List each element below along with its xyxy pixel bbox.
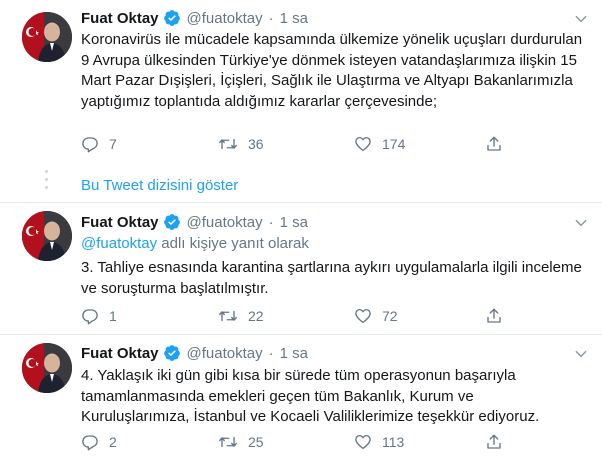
reply-count: 1 (109, 308, 117, 324)
reply-button[interactable]: 7 (81, 134, 117, 154)
avatar[interactable] (22, 343, 72, 393)
like-button[interactable]: 72 (354, 306, 398, 326)
tweet-header: Fuat Oktay @fuatoktay · 1 sa (81, 8, 308, 28)
retweet-count: 25 (248, 434, 264, 450)
reply-count: 2 (109, 434, 117, 450)
author-handle[interactable]: @fuatoktay (187, 10, 263, 27)
tweet-header: Fuat Oktay @fuatoktay · 1 sa (81, 343, 308, 363)
tweet-3[interactable]: Fuat Oktay @fuatoktay · 1 sa 4. Yaklaşık… (0, 335, 602, 464)
retweet-count: 22 (248, 308, 264, 324)
share-icon (487, 434, 501, 449)
share-button[interactable] (485, 134, 503, 154)
retweet-button[interactable]: 36 (218, 134, 264, 154)
author-handle[interactable]: @fuatoktay (187, 345, 263, 362)
show-thread-link[interactable]: Bu Tweet dizisini göster (81, 177, 238, 194)
reply-icon (82, 309, 98, 325)
chevron-down-icon[interactable] (574, 216, 588, 230)
verified-badge-icon (163, 10, 180, 26)
author-name[interactable]: Fuat Oktay (81, 345, 159, 362)
author-name[interactable]: Fuat Oktay (81, 214, 159, 231)
tweet-text: 4. Yaklaşık iki gün gibi kısa bir sürede… (81, 367, 540, 425)
retweet-count: 36 (248, 136, 264, 152)
tweet-text: Koronavirüs ile mücadele kapsamında ülke… (81, 31, 583, 110)
tweet-actions: 2 25 113 (81, 432, 511, 452)
avatar-portrait (22, 343, 72, 393)
share-button[interactable] (485, 306, 503, 326)
reply-context: @fuatoktay adlı kişiye yanıt olarak (81, 235, 309, 252)
reply-to-label: adlı kişiye yanıt olarak (161, 235, 309, 252)
tweet-1[interactable]: Fuat Oktay @fuatoktay · 1 sa Koronavirüs… (0, 0, 602, 200)
like-button[interactable]: 174 (354, 134, 405, 154)
like-count: 72 (382, 308, 398, 324)
tweet-actions: 1 22 72 (81, 306, 511, 326)
avatar-portrait (22, 12, 72, 62)
like-icon (355, 308, 371, 324)
author-handle[interactable]: @fuatoktay (187, 214, 263, 231)
avatar[interactable] (22, 211, 72, 261)
like-button[interactable]: 113 (354, 432, 404, 452)
tweet-timestamp[interactable]: 1 sa (280, 214, 308, 231)
tweet-timestamp[interactable]: 1 sa (280, 10, 308, 27)
chevron-down-icon[interactable] (574, 12, 588, 26)
share-icon (487, 136, 501, 151)
like-icon (355, 136, 371, 152)
verified-badge-icon (163, 345, 180, 361)
tweet-actions: 7 36 174 (81, 134, 511, 154)
retweet-button[interactable]: 25 (218, 432, 264, 452)
like-icon (355, 434, 371, 450)
chevron-down-icon[interactable] (574, 347, 588, 361)
verified-badge-icon (163, 214, 180, 230)
retweet-icon (219, 138, 237, 150)
avatar-portrait (22, 211, 72, 261)
like-count: 113 (382, 434, 405, 450)
reply-count: 7 (109, 136, 117, 152)
reply-to-mention[interactable]: @fuatoktay (81, 235, 157, 252)
avatar[interactable] (22, 12, 72, 62)
like-count: 174 (382, 136, 406, 152)
reply-icon (82, 435, 98, 451)
reply-button[interactable]: 1 (81, 306, 117, 326)
tweet-header: Fuat Oktay @fuatoktay · 1 sa (81, 212, 308, 232)
author-name[interactable]: Fuat Oktay (81, 10, 159, 27)
share-button[interactable] (485, 432, 503, 452)
reply-icon (82, 137, 98, 153)
separator-dot: · (268, 344, 274, 362)
separator-dot: · (268, 9, 274, 27)
tweet-2[interactable]: Fuat Oktay @fuatoktay · 1 sa @fuatoktay … (0, 203, 602, 333)
tweet-timestamp[interactable]: 1 sa (280, 345, 308, 362)
reply-button[interactable]: 2 (81, 432, 117, 452)
retweet-icon (219, 310, 237, 322)
separator-dot: · (268, 213, 274, 231)
retweet-icon (219, 436, 237, 448)
share-icon (487, 308, 501, 323)
tweet-text: 3. Tahliye esnasında karantina şartların… (81, 259, 582, 297)
thread-connector (45, 170, 49, 194)
retweet-button[interactable]: 22 (218, 306, 264, 326)
